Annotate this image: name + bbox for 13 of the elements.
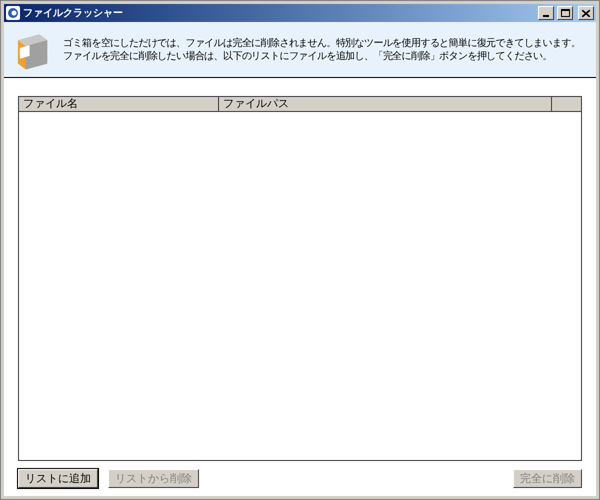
description-text: ゴミ箱を空にしただけでは、ファイルは完全に削除されません。特別なツールを使用すると簡単に復元できてしまいます。ファイルを完全に削除したい場合は、以下のリストにファイルを追加し、「完全に削除」ボタンを押してください。 <box>63 36 582 62</box>
column-header[interactable]: ファイル名 <box>19 97 219 112</box>
close-icon <box>582 10 590 16</box>
close-button[interactable] <box>578 6 594 20</box>
file-list[interactable]: ファイル名 ファイルパス <box>18 96 582 461</box>
app-icon <box>6 6 20 20</box>
column-header[interactable]: ファイルパス <box>219 97 552 112</box>
action-button[interactable]: リストに追加 <box>18 469 98 488</box>
minimize-button[interactable] <box>538 6 554 20</box>
maximize-button[interactable] <box>557 6 573 20</box>
minimize-icon <box>543 15 549 17</box>
window-title: ファイルクラッシャー <box>23 6 124 20</box>
maximize-icon <box>560 9 570 17</box>
